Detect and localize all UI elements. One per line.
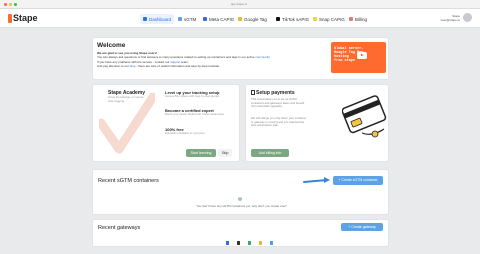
skip-button[interactable]: Skip (218, 149, 232, 157)
payments-title: Setup payments (256, 90, 295, 96)
logo-mark-icon (8, 14, 12, 23)
tab-meta-capig[interactable]: Meta CAPIG (200, 14, 237, 24)
google-tag-icon (238, 17, 242, 21)
welcome-text-part: And pay attention to our (97, 63, 130, 68)
feature-desc: Boost your career. Build trust. Raise aw… (165, 112, 224, 116)
recent-containers-title: Recent sGTM containers (98, 178, 159, 184)
tab-label: Snap CAPIG (319, 16, 345, 22)
minimize-window-icon[interactable] (9, 3, 12, 6)
tab-snap-capig[interactable]: Snap CAPIG (310, 14, 348, 24)
tab-tiktok-sapig[interactable]: TikTok sAPIG (273, 14, 312, 24)
welcome-text: We are glad to see you using Stape users… (97, 51, 319, 68)
welcome-card: Welcome We are glad to see you using Sta… (92, 37, 389, 80)
stape-logo[interactable]: Stape (8, 13, 38, 24)
window-controls (4, 3, 17, 6)
community-link[interactable]: community (255, 55, 270, 59)
start-learning-button[interactable]: Start learning (186, 149, 216, 157)
dashboard-icon (143, 17, 147, 21)
create-gateway-button[interactable]: + Create gateway (341, 223, 383, 231)
recent-gateways-title: Recent gateways (98, 225, 141, 231)
snap-icon (313, 17, 317, 21)
tab-label: TikTok sAPIG (282, 16, 310, 22)
add-billing-info-button[interactable]: Add billing info (251, 149, 289, 157)
billing-icon (349, 17, 353, 21)
address-bar[interactable]: app.stape.io (209, 2, 269, 7)
meta-gateway-icon (226, 241, 229, 245)
close-window-icon[interactable] (4, 3, 7, 6)
document-icon (251, 90, 255, 95)
user-email: user@stape.io (440, 17, 460, 22)
recent-containers-card: Recent sGTM containers + Create sGTM con… (92, 169, 389, 215)
tab-label: Dashboard (149, 16, 172, 22)
maximize-window-icon[interactable] (14, 3, 17, 6)
feature-desc: Access 50+ videos with step-by-step guid… (165, 94, 220, 98)
empty-state-text: You don't have any sGTM containers yet, … (196, 204, 287, 208)
top-navigation: Stape Dashboard sGTM Meta CAPIG Google T… (0, 9, 480, 28)
tab-billing[interactable]: Billing (346, 14, 370, 24)
avatar[interactable] (463, 13, 472, 22)
welcome-line: And pay attention to our blog - there ar… (97, 64, 319, 68)
tab-google-tag[interactable]: Google Tag (235, 14, 270, 24)
welcome-title: Welcome (97, 42, 126, 49)
academy-feature: 100% free Education available to everyon… (165, 127, 231, 136)
tab-dashboard[interactable]: Dashboard (140, 14, 175, 24)
setup-payments-card: Setup payments This would allow you to s… (245, 84, 389, 162)
tab-label: Meta CAPIG (209, 16, 235, 22)
browser-chrome: app.stape.io (0, 0, 480, 9)
tab-label: Google Tag (244, 16, 267, 22)
sgtm-icon (178, 17, 182, 21)
recent-gateways-card: Recent gateways + Create gateway (92, 219, 389, 247)
pinterest-gateway-icon (270, 241, 273, 245)
google-gateway-icon (248, 241, 251, 245)
credit-card-illustration-icon (342, 95, 387, 138)
tiktok-icon (276, 17, 280, 21)
tab-sgtm[interactable]: sGTM (175, 14, 199, 24)
academy-subtitle: Grow knowledge on server-side tagging (108, 95, 145, 103)
arrow-pointer-icon (303, 177, 330, 183)
academy-feature: Level up your tracking setup Access 50+ … (165, 90, 231, 99)
play-icon[interactable] (357, 52, 367, 59)
meta-icon (203, 17, 207, 21)
empty-state-icon (238, 197, 242, 201)
gateway-icons (226, 241, 273, 245)
tiktok-gateway-icon (237, 241, 240, 245)
user-info: Stape user@stape.io (441, 14, 460, 22)
academy-feature: Become a certified expert Boost your car… (165, 108, 231, 117)
payments-text: We will charge you only when your contai… (251, 116, 307, 128)
payments-text: This would allow you to set up sGTM cont… (251, 97, 305, 109)
create-sgtm-container-button[interactable]: + Create sGTM container (333, 176, 383, 185)
intro-video-thumbnail[interactable]: Global server- Google Tag Man hosting fr… (331, 42, 386, 73)
welcome-text-part: - there are tons of useful information a… (135, 63, 220, 68)
logo-text: Stape (13, 13, 38, 23)
feature-desc: Education available to everyone (165, 131, 205, 135)
tab-label: Billing (355, 16, 368, 22)
tab-label: sGTM (184, 16, 197, 22)
academy-card: Stape Academy Grow knowledge on server-s… (92, 84, 240, 162)
video-caption-line: from stape (334, 59, 356, 63)
user-menu[interactable]: Stape user@stape.io (441, 13, 472, 22)
snap-gateway-icon (259, 241, 262, 245)
